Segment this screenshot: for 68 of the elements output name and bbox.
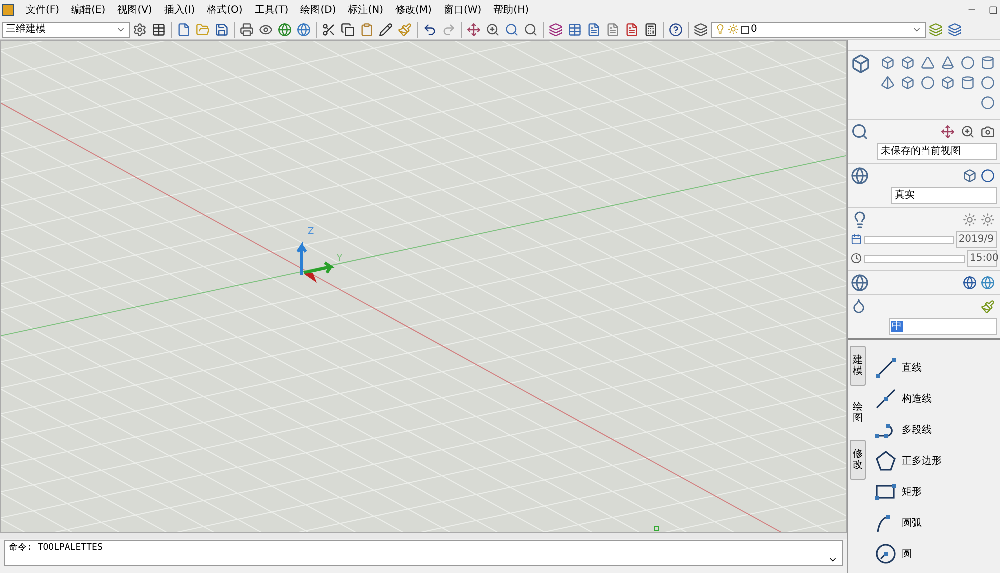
menu-item[interactable]: 标注(N) (348, 2, 384, 18)
brush-icon[interactable] (979, 298, 997, 316)
palette-tool[interactable]: 构造线 (874, 387, 1000, 411)
palette-tool[interactable]: 矩形 (874, 480, 1000, 504)
lightbulb-icon (715, 24, 726, 35)
axis-label: Z (308, 227, 314, 237)
line-icon (874, 356, 898, 380)
printer-icon[interactable] (238, 20, 256, 38)
menu-item[interactable]: 插入(I) (164, 2, 196, 18)
date-field[interactable]: 2019/9 (956, 231, 997, 248)
help-icon[interactable] (667, 20, 685, 38)
globe-icon[interactable] (979, 274, 997, 292)
menu-item[interactable]: 帮助(H) (494, 2, 529, 18)
clock-icon (851, 253, 862, 264)
palette-tab[interactable]: 修改 (850, 440, 866, 480)
sun-icon (728, 24, 739, 35)
navigation-icon (851, 123, 869, 141)
zoom-icon[interactable] (959, 123, 977, 141)
properties-icon[interactable] (547, 20, 565, 38)
time-field[interactable]: 15:00 (967, 250, 997, 267)
globe-icon[interactable] (961, 274, 979, 292)
menu-item[interactable]: 格式(O) (207, 2, 243, 18)
color-swatch (741, 26, 749, 34)
layers-icon[interactable] (946, 20, 964, 38)
menu-item[interactable]: 绘图(D) (300, 2, 336, 18)
material-field[interactable]: 中 (889, 318, 997, 335)
restore-icon[interactable] (989, 6, 998, 14)
pan-icon[interactable] (939, 123, 957, 141)
palette-tool[interactable]: 圆 (874, 542, 1000, 566)
xline-icon (874, 387, 898, 411)
circle-icon (874, 542, 898, 566)
view-field[interactable]: 未保存的当前视图 (877, 143, 997, 160)
menu-item[interactable]: 视图(V) (118, 2, 152, 18)
palette-tab[interactable]: 建模 (850, 346, 866, 386)
menu-item[interactable]: 工具(T) (254, 2, 289, 18)
layers-icon[interactable] (692, 20, 710, 38)
layers-icon[interactable] (927, 20, 945, 38)
menu-item[interactable]: 窗口(W) (444, 2, 482, 18)
solid-icon (851, 54, 871, 74)
menu-item[interactable]: 编辑(E) (72, 2, 106, 18)
sun-icon[interactable] (961, 211, 979, 229)
palette-tool[interactable]: 直线 (874, 356, 1000, 380)
visual-style-field[interactable]: 真实 (891, 187, 997, 204)
workspace-dropdown[interactable]: 三维建模 (2, 22, 130, 38)
palette-tool[interactable]: 正多边形 (874, 449, 1000, 473)
visual-style-icon (851, 167, 869, 185)
polygon-icon (874, 449, 898, 473)
menu-item[interactable]: 修改(M) (396, 2, 432, 18)
globe-icon[interactable] (295, 20, 313, 38)
calendar-icon (851, 234, 862, 245)
pan-icon[interactable] (465, 20, 483, 38)
axis-label: Y (337, 254, 342, 264)
sun-icon[interactable] (979, 211, 997, 229)
cube-icon[interactable] (961, 167, 979, 185)
date-slider[interactable] (864, 236, 954, 244)
material-icon (851, 274, 869, 292)
pencil-icon[interactable] (377, 20, 395, 38)
layer-dropdown[interactable]: 0 (711, 22, 926, 38)
palette-tool[interactable]: 圆弧 (874, 511, 1000, 535)
settings-icon[interactable] (131, 20, 149, 38)
time-slider[interactable] (864, 254, 965, 262)
sphere-icon[interactable] (979, 167, 997, 185)
menu-item[interactable]: 文件(F) (26, 2, 60, 18)
point-marker (654, 526, 660, 532)
palette-tool[interactable]: 多段线 (874, 418, 1000, 442)
copy-icon[interactable] (339, 20, 357, 38)
globe-icon[interactable] (276, 20, 294, 38)
app-icon[interactable] (2, 4, 14, 16)
